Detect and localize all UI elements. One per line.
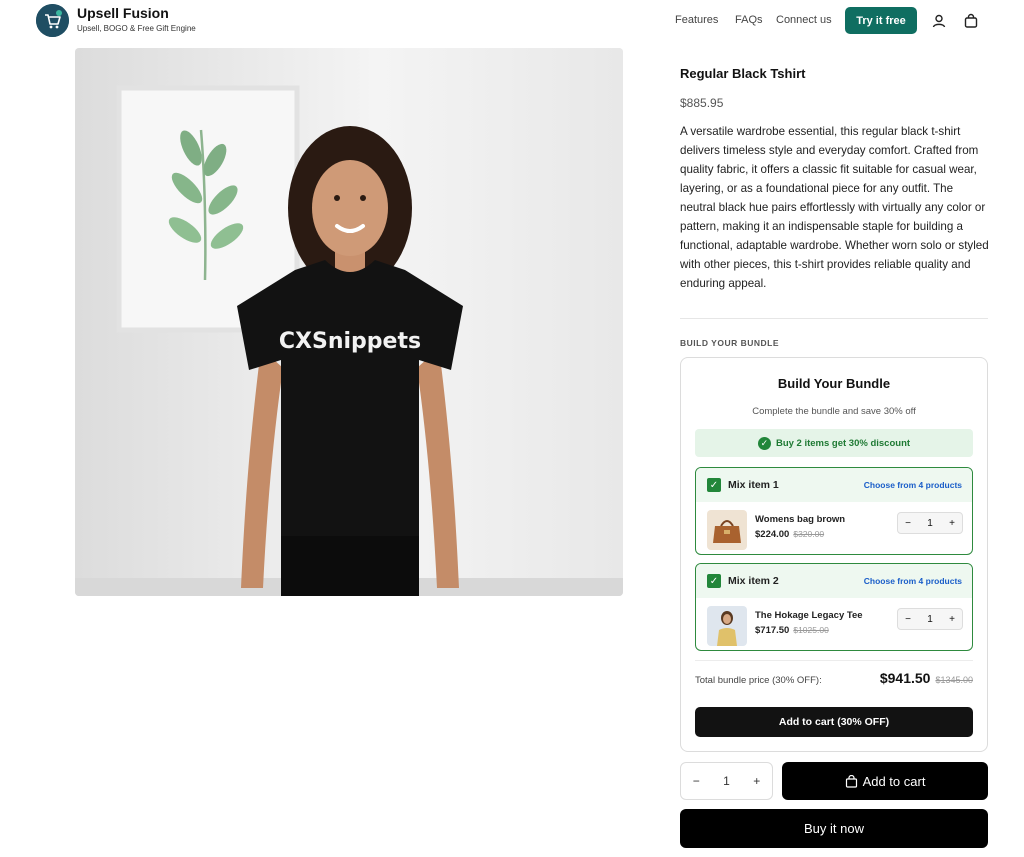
- bundle-section-heading: BUILD YOUR BUNDLE: [680, 338, 780, 348]
- decrement-button[interactable]: −: [898, 614, 918, 625]
- sale-price: $717.50: [755, 625, 790, 636]
- mix-item-header: ✓ Mix item 2 Choose from 4 products: [696, 564, 972, 598]
- product-title: Regular Black Tshirt: [680, 66, 806, 81]
- mix-item-1: ✓ Mix item 1 Choose from 4 products Wome…: [695, 467, 973, 555]
- discount-banner-text: Buy 2 items get 30% discount: [775, 437, 911, 449]
- divider: [695, 660, 973, 661]
- decrement-button[interactable]: −: [898, 518, 918, 529]
- cart-icon[interactable]: [963, 13, 979, 29]
- bag-plus-icon: [845, 774, 857, 788]
- compare-price: $1025.00: [793, 625, 829, 635]
- try-it-free-button[interactable]: Try it free: [845, 7, 917, 34]
- increment-button[interactable]: +: [942, 518, 962, 529]
- product-description: A versatile wardrobe essential, this reg…: [680, 125, 989, 290]
- product-image[interactable]: CXSnippets: [75, 48, 623, 596]
- mix-item-2: ✓ Mix item 2 Choose from 4 products The …: [695, 563, 973, 651]
- choose-products-link[interactable]: Choose from 4 products: [864, 576, 962, 586]
- add-to-cart-button[interactable]: Add to cart: [782, 762, 988, 800]
- site-header: Upsell Fusion Upsell, BOGO & Free Gift E…: [0, 0, 1024, 42]
- nav-connect-us[interactable]: Connect us: [776, 14, 832, 26]
- increment-button[interactable]: +: [942, 614, 962, 625]
- product-price: $885.95: [680, 96, 724, 110]
- buy-now-button[interactable]: Buy it now: [680, 809, 988, 848]
- quantity-value[interactable]: 1: [920, 518, 940, 529]
- mix-item-label: Mix item 1: [728, 479, 779, 491]
- brand-name[interactable]: Upsell Fusion: [77, 5, 169, 21]
- check-circle-icon: ✓: [757, 436, 771, 450]
- quantity-stepper: − 1 +: [897, 512, 963, 534]
- shirt-print-text: CXSnippets: [279, 329, 421, 354]
- total-sale-price: $941.50: [879, 670, 931, 686]
- increment-button[interactable]: +: [753, 774, 760, 788]
- total-label: Total bundle price (30% OFF):: [695, 675, 822, 686]
- mix-item-price: $224.00 $320.00: [755, 529, 824, 540]
- compare-price: $320.00: [793, 529, 825, 539]
- product-thumbnail[interactable]: [707, 606, 747, 646]
- mix-item-name: Womens bag brown: [755, 514, 846, 525]
- mix-item-checkbox[interactable]: ✓: [707, 574, 721, 588]
- decrement-button[interactable]: −: [693, 774, 700, 788]
- mix-item-checkbox[interactable]: ✓: [707, 478, 721, 492]
- bundle-subtitle: Complete the bundle and save 30% off: [752, 406, 916, 417]
- total-compare-price: $1345.00: [935, 675, 973, 685]
- discount-banner: ✓ Buy 2 items get 30% discount: [695, 429, 973, 457]
- nav-faqs[interactable]: FAQs: [735, 14, 763, 26]
- quantity-value[interactable]: 1: [723, 774, 730, 788]
- brand-logo[interactable]: [36, 4, 69, 37]
- mix-item-label: Mix item 2: [728, 575, 779, 587]
- quantity-value[interactable]: 1: [920, 614, 940, 625]
- cart-logo-icon: [36, 4, 69, 37]
- mix-item-header: ✓ Mix item 1 Choose from 4 products: [696, 468, 972, 502]
- nav-features[interactable]: Features: [675, 14, 718, 26]
- product-thumbnail[interactable]: [707, 510, 747, 550]
- add-to-cart-label: Add to cart: [862, 773, 926, 789]
- choose-products-link[interactable]: Choose from 4 products: [864, 480, 962, 490]
- total-price: $941.50 $1345.00: [880, 670, 973, 686]
- sale-price: $224.00: [755, 529, 790, 540]
- quantity-stepper: − 1 +: [897, 608, 963, 630]
- quantity-selector: − 1 +: [680, 762, 773, 800]
- brand-tagline: Upsell, BOGO & Free Gift Engine: [77, 24, 196, 33]
- divider: [680, 318, 988, 319]
- bundle-title: Build Your Bundle: [777, 376, 891, 391]
- account-icon[interactable]: [931, 13, 947, 29]
- mix-item-price: $717.50 $1025.00: [755, 625, 829, 636]
- bundle-card: Build Your Bundle Complete the bundle an…: [680, 357, 988, 752]
- mix-item-name: The Hokage Legacy Tee: [755, 610, 863, 621]
- bundle-add-to-cart-button[interactable]: Add to cart (30% OFF): [695, 707, 973, 737]
